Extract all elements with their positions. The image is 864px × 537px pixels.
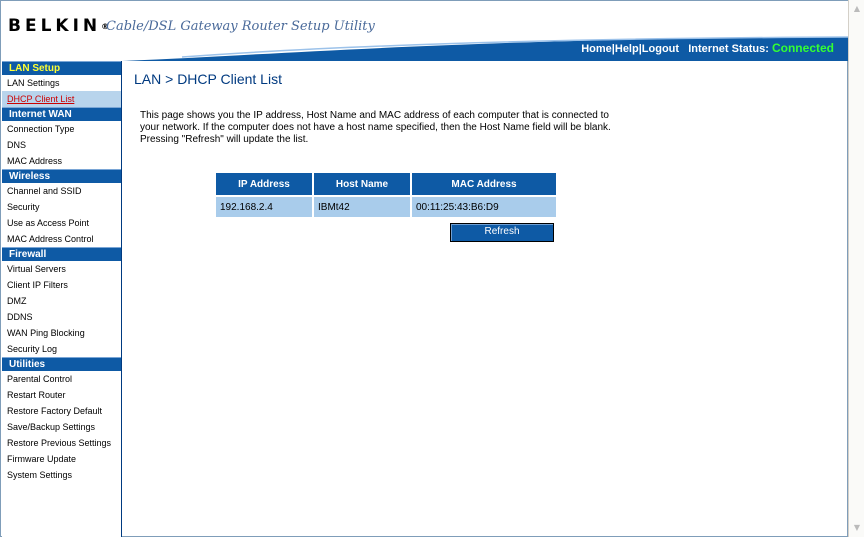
sidebar-item-save-backup-settings[interactable]: Save/Backup Settings xyxy=(2,419,121,435)
sidebar-section-internet-wan: Internet WAN xyxy=(2,107,121,121)
sidebar-item-connection-type[interactable]: Connection Type xyxy=(2,121,121,137)
belkin-logo: BELKIN® xyxy=(8,16,110,36)
sidebar-item-mac-address-control[interactable]: MAC Address Control xyxy=(2,231,121,247)
sidebar-item-system-settings[interactable]: System Settings xyxy=(2,467,121,483)
internet-status-value: Connected xyxy=(771,41,834,55)
sidebar-item-access-point[interactable]: Use as Access Point xyxy=(2,215,121,231)
column-header-ip: IP Address xyxy=(216,173,312,195)
sidebar-item-security[interactable]: Security xyxy=(2,199,121,215)
internet-status-label: Internet Status: xyxy=(688,43,769,55)
home-link[interactable]: Home xyxy=(581,43,612,55)
cell-mac-address: 00:11:25:43:B6:D9 xyxy=(412,197,556,217)
sidebar-item-parental-control[interactable]: Parental Control xyxy=(2,371,121,387)
scroll-down-icon[interactable]: ▼ xyxy=(850,521,864,535)
page-title: LAN > DHCP Client List xyxy=(134,71,282,87)
column-header-mac: MAC Address xyxy=(412,173,556,195)
sidebar-item-restart-router[interactable]: Restart Router xyxy=(2,387,121,403)
sidebar-item-dhcp-client-list[interactable]: DHCP Client List xyxy=(2,91,121,107)
dhcp-client-table: IP Address Host Name MAC Address 192.168… xyxy=(214,171,558,219)
scroll-up-icon[interactable]: ▲ xyxy=(850,2,864,16)
sidebar-item-security-log[interactable]: Security Log xyxy=(2,341,121,357)
vertical-scrollbar[interactable]: ▲ ▼ xyxy=(848,0,864,537)
help-link[interactable]: Help xyxy=(615,43,639,55)
sidebar-item-dns[interactable]: DNS xyxy=(2,137,121,153)
sidebar-item-virtual-servers[interactable]: Virtual Servers xyxy=(2,261,121,277)
sidebar-item-restore-factory-default[interactable]: Restore Factory Default xyxy=(2,403,121,419)
column-header-host: Host Name xyxy=(314,173,410,195)
logout-link[interactable]: Logout xyxy=(642,43,679,55)
sidebar-section-wireless: Wireless xyxy=(2,169,121,183)
tagline: Cable/DSL Gateway Router Setup Utility xyxy=(106,19,375,34)
top-nav: Home|Help|Logout Internet Status: Connec… xyxy=(581,41,834,55)
table-header-row: IP Address Host Name MAC Address xyxy=(216,173,556,195)
table-row: 192.168.2.4 IBMt42 00:11:25:43:B6:D9 xyxy=(216,197,556,217)
page-description: This page shows you the IP address, Host… xyxy=(140,110,611,145)
sidebar-item-channel-ssid[interactable]: Channel and SSID xyxy=(2,183,121,199)
sidebar-item-firmware-update[interactable]: Firmware Update xyxy=(2,451,121,467)
sidebar-item-client-ip-filters[interactable]: Client IP Filters xyxy=(2,277,121,293)
browser-frame: BELKIN® Cable/DSL Gateway Router Setup U… xyxy=(0,0,848,537)
sidebar-item-restore-previous-settings[interactable]: Restore Previous Settings xyxy=(2,435,121,451)
sidebar: LAN Setup LAN Settings DHCP Client List … xyxy=(2,61,122,537)
sidebar-item-mac-address[interactable]: MAC Address xyxy=(2,153,121,169)
sidebar-section-lan-setup: LAN Setup xyxy=(2,61,121,75)
sidebar-section-firewall: Firewall xyxy=(2,247,121,261)
refresh-button[interactable]: Refresh xyxy=(450,223,554,242)
sidebar-item-ddns[interactable]: DDNS xyxy=(2,309,121,325)
sidebar-item-dmz[interactable]: DMZ xyxy=(2,293,121,309)
cell-ip-address: 192.168.2.4 xyxy=(216,197,312,217)
sidebar-item-wan-ping-blocking[interactable]: WAN Ping Blocking xyxy=(2,325,121,341)
cell-host-name: IBMt42 xyxy=(314,197,410,217)
header: BELKIN® Cable/DSL Gateway Router Setup U… xyxy=(2,1,848,61)
sidebar-section-utilities: Utilities xyxy=(2,357,121,371)
sidebar-item-lan-settings[interactable]: LAN Settings xyxy=(2,75,121,91)
